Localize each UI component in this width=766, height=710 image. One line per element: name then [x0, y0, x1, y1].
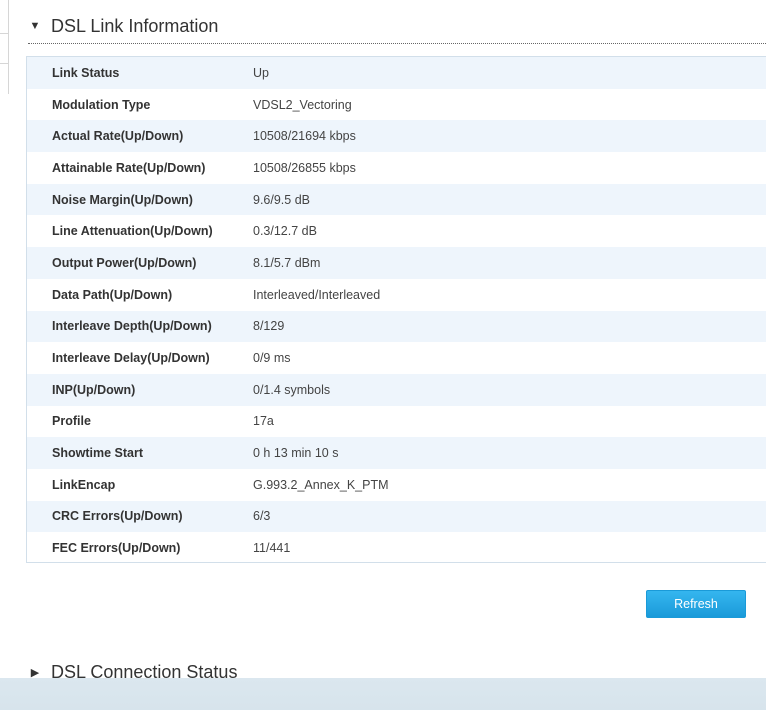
- table-row: Interleave Delay(Up/Down) 0/9 ms: [27, 342, 766, 374]
- row-label: Profile: [52, 414, 91, 429]
- table-row: CRC Errors(Up/Down) 6/3: [27, 500, 766, 533]
- left-panel-divider: [0, 63, 8, 64]
- row-value: VDSL2_Vectoring: [253, 97, 352, 112]
- triangle-down-icon: ▼: [29, 20, 41, 32]
- row-value: 11/441: [253, 541, 291, 556]
- row-value: 8/129: [253, 319, 285, 334]
- row-label: Data Path(Up/Down): [52, 287, 173, 302]
- row-value: 8.1/5.7 dBm: [253, 255, 321, 270]
- refresh-button[interactable]: Refresh: [646, 590, 746, 618]
- left-panel-edge: [0, 0, 9, 94]
- footer-band: [0, 678, 766, 710]
- triangle-right-icon: ▶: [30, 666, 40, 679]
- row-label: CRC Errors(Up/Down): [52, 509, 183, 524]
- row-label: Link Status: [52, 65, 120, 80]
- row-label: INP(Up/Down): [52, 382, 136, 397]
- row-label: Actual Rate(Up/Down): [52, 129, 184, 144]
- row-value: 9.6/9.5 dB: [253, 192, 310, 207]
- row-label: Attainable Rate(Up/Down): [52, 160, 206, 175]
- dsl-link-information-header[interactable]: ▼ DSL Link Information: [28, 9, 766, 44]
- row-label: Line Attenuation(Up/Down): [52, 224, 213, 239]
- table-row: Modulation Type VDSL2_Vectoring: [27, 89, 766, 121]
- table-row: INP(Up/Down) 0/1.4 symbols: [27, 373, 766, 406]
- table-row: LinkEncap G.993.2_Annex_K_PTM: [27, 469, 766, 501]
- row-label: Output Power(Up/Down): [52, 255, 197, 270]
- row-value: 0/1.4 symbols: [253, 382, 331, 397]
- row-value: 6/3: [253, 509, 271, 524]
- table-row: Data Path(Up/Down) Interleaved/Interleav…: [27, 279, 766, 311]
- row-value: 17a: [253, 414, 274, 429]
- row-label: Modulation Type: [52, 97, 151, 112]
- row-value: 0/9 ms: [253, 351, 291, 366]
- table-row: Profile 17a: [27, 406, 766, 438]
- row-value: G.993.2_Annex_K_PTM: [253, 477, 389, 492]
- dsl-link-info-table: Link Status Up Modulation Type VDSL2_Vec…: [26, 56, 766, 563]
- table-row: Line Attenuation(Up/Down) 0.3/12.7 dB: [27, 215, 766, 247]
- row-label: LinkEncap: [52, 477, 116, 492]
- table-row: Showtime Start 0 h 13 min 10 s: [27, 437, 766, 469]
- table-row: FEC Errors(Up/Down) 11/441: [27, 532, 766, 562]
- table-row: Attainable Rate(Up/Down) 10508/26855 kbp…: [27, 152, 766, 184]
- row-value: Up: [253, 65, 269, 80]
- table-row: Noise Margin(Up/Down) 9.6/9.5 dB: [27, 183, 766, 216]
- table-row: Interleave Depth(Up/Down) 8/129: [27, 310, 766, 343]
- left-panel-divider: [0, 33, 8, 34]
- row-label: Noise Margin(Up/Down): [52, 192, 193, 207]
- row-label: Interleave Delay(Up/Down): [52, 351, 210, 366]
- table-row: Output Power(Up/Down) 8.1/5.7 dBm: [27, 247, 766, 279]
- row-value: 0.3/12.7 dB: [253, 224, 317, 239]
- table-row: Actual Rate(Up/Down) 10508/21694 kbps: [27, 120, 766, 153]
- row-value: 10508/21694 kbps: [253, 129, 356, 144]
- row-label: Showtime Start: [52, 446, 143, 461]
- section-title: DSL Link Information: [51, 15, 219, 36]
- row-label: Interleave Depth(Up/Down): [52, 319, 212, 334]
- row-value: 10508/26855 kbps: [253, 160, 356, 175]
- row-value: 0 h 13 min 10 s: [253, 446, 339, 461]
- row-label: FEC Errors(Up/Down): [52, 541, 181, 556]
- row-value: Interleaved/Interleaved: [253, 287, 381, 302]
- table-row: Link Status Up: [27, 57, 766, 89]
